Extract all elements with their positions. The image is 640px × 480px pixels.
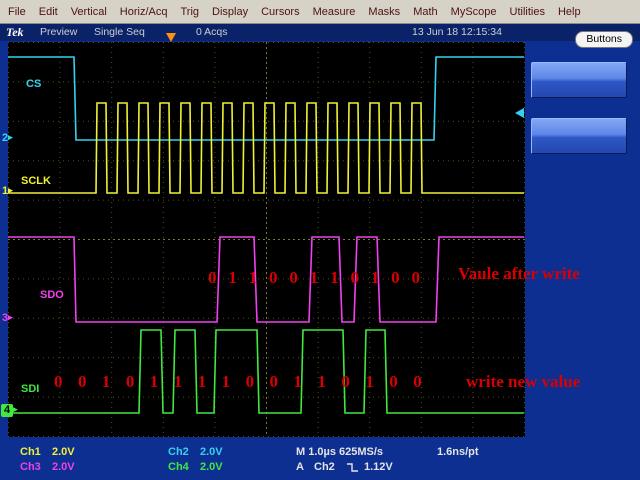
menu-file[interactable]: File: [8, 6, 26, 18]
falling-edge-icon: [346, 461, 359, 476]
status-bar: Tek Preview Single Seq 0 Acqs 13 Jun 18 …: [0, 24, 640, 41]
preview-status: Preview: [40, 26, 78, 38]
right-arrow-icon: ▸: [13, 404, 18, 414]
buttons-button[interactable]: Buttons: [575, 31, 633, 48]
menu-horiz-acq[interactable]: Horiz/Acq: [120, 6, 168, 18]
ch4-ground-marker[interactable]: 4 ▸: [1, 404, 18, 417]
tek-logo: Tek: [6, 25, 24, 39]
ch4-marker-number: 4: [1, 404, 13, 417]
ch3-readout-label[interactable]: Ch3: [20, 461, 41, 473]
ch2-ground-marker[interactable]: 2▸: [2, 132, 13, 144]
ch1-ground-marker[interactable]: 1▸: [2, 185, 13, 197]
menu-edit[interactable]: Edit: [39, 6, 58, 18]
sdi-channel-label: SDI: [21, 383, 40, 395]
menu-cursors[interactable]: Cursors: [261, 6, 300, 18]
side-menu-button-2[interactable]: [531, 118, 627, 154]
side-menu-button-1[interactable]: [531, 62, 627, 98]
menu-help[interactable]: Help: [558, 6, 581, 18]
trigger-mode-readout: A: [296, 461, 304, 473]
sdi-bit-annotation: 0 0 1 0 1 1 1 1 0 0 1 1 0 1 0 0: [54, 372, 428, 391]
menu-measure[interactable]: Measure: [313, 6, 356, 18]
ch1-readout-label[interactable]: Ch1: [20, 446, 41, 458]
resolution-readout: 1.6ns/pt: [437, 446, 479, 458]
sdi-annotation-note: write new value: [466, 372, 581, 391]
trigger-position-marker-icon[interactable]: [166, 33, 176, 42]
timebase-readout: M 1.0µs 625MS/s: [296, 446, 384, 458]
right-arrow-icon: ▸: [8, 132, 13, 142]
ch2-readout-label[interactable]: Ch2: [168, 446, 189, 458]
datetime: 13 Jun 18 12:15:34: [412, 26, 502, 38]
sdo-bit-annotation: 0 1 1 0 0 1 1 0 1 0 0: [208, 268, 424, 287]
cs-channel-label: CS: [26, 78, 42, 90]
ch3-readout-value: 2.0V: [52, 461, 75, 473]
menu-masks[interactable]: Masks: [368, 6, 400, 18]
right-arrow-icon: ▸: [8, 185, 13, 195]
acquisition-count: 0 Acqs: [196, 26, 228, 38]
menu-trig[interactable]: Trig: [180, 6, 199, 18]
menu-utilities[interactable]: Utilities: [510, 6, 545, 18]
ch2-readout-value: 2.0V: [200, 446, 223, 458]
oscilloscope-app: File Edit Vertical Horiz/Acq Trig Displa…: [0, 0, 640, 480]
ch1-readout-value: 2.0V: [52, 446, 75, 458]
sclk-channel-label: SCLK: [21, 175, 51, 187]
menu-math[interactable]: Math: [413, 6, 437, 18]
ch4-readout-label[interactable]: Ch4: [168, 461, 189, 473]
trigger-level-marker-icon[interactable]: [515, 108, 524, 118]
menu-bar: File Edit Vertical Horiz/Acq Trig Displa…: [0, 0, 640, 24]
right-arrow-icon: ▸: [8, 312, 13, 322]
trigger-level-readout: 1.12V: [364, 461, 393, 473]
sdo-annotation-note: Vaule after write: [458, 264, 580, 283]
sdo-channel-label: SDO: [40, 289, 64, 301]
trigger-source-readout: Ch2: [314, 461, 335, 473]
menu-vertical[interactable]: Vertical: [71, 6, 107, 18]
menu-myscope[interactable]: MyScope: [451, 6, 497, 18]
menu-display[interactable]: Display: [212, 6, 248, 18]
acquisition-mode: Single Seq: [94, 26, 145, 38]
ch3-ground-marker[interactable]: 3▸: [2, 312, 13, 324]
ch4-readout-value: 2.0V: [200, 461, 223, 473]
waveform-display: CS SCLK SDO SDI 0 1 1 0 0 1 1 0 1 0 0 0 …: [8, 33, 525, 437]
